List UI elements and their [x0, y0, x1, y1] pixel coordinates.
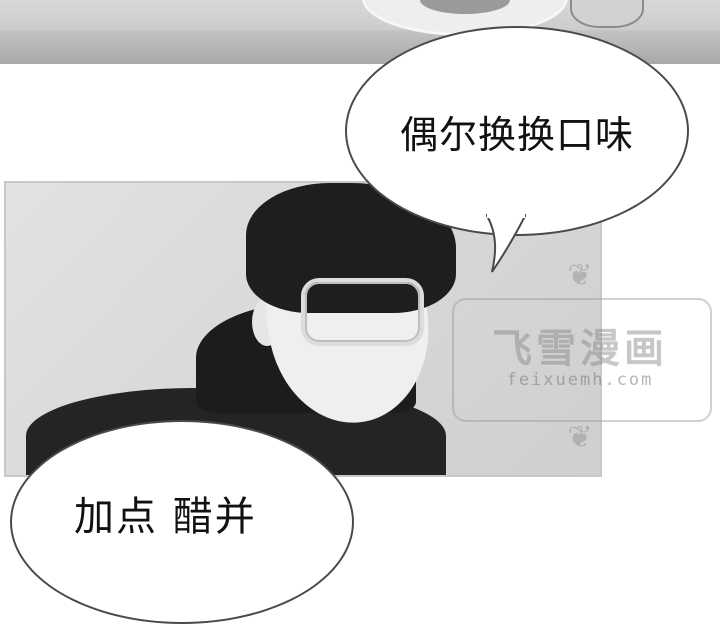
watermark: ❦ 飞雪漫画 feixuemh.com ❦ [452, 258, 712, 458]
flourish-icon: ❦ [567, 258, 593, 293]
watermark-title: 飞雪漫画 [492, 326, 668, 372]
glasses-icon [301, 278, 424, 346]
speech-bubble-bottom: 加点 醋并 [10, 420, 354, 624]
flourish-icon: ❦ [567, 420, 593, 455]
speech-bubble-top: 偶尔换换口味 [345, 26, 689, 236]
speech-bubble-text: 偶尔换换口味 [399, 112, 634, 157]
hand-image [570, 0, 644, 28]
speech-bubble-text: 加点 醋并 [74, 494, 257, 540]
watermark-url: feixuemh.com [506, 370, 654, 390]
